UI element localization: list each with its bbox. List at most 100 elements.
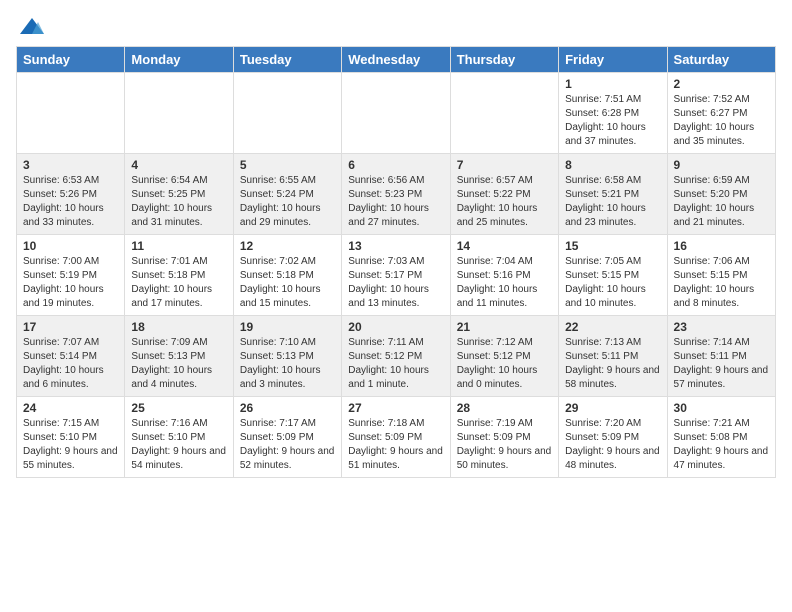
weekday-header: Tuesday [233, 47, 341, 73]
day-number: 24 [23, 401, 118, 415]
day-number: 6 [348, 158, 443, 172]
calendar-cell: 5 Sunrise: 6:55 AM Sunset: 5:24 PM Daylig… [233, 154, 341, 235]
weekday-header: Wednesday [342, 47, 450, 73]
day-info: Sunrise: 6:53 AM Sunset: 5:26 PM Dayligh… [23, 174, 118, 230]
calendar-cell: 29 Sunrise: 7:20 AM Sunset: 5:09 PM Dayli… [559, 397, 667, 478]
calendar-cell: 21 Sunrise: 7:12 AM Sunset: 5:12 PM Dayli… [450, 316, 558, 397]
calendar-cell: 23Sunrise: 7:14 AM Sunset: 5:11 PM Dayli… [667, 316, 775, 397]
calendar-cell: 26 Sunrise: 7:17 AM Sunset: 5:09 PM Dayli… [233, 397, 341, 478]
day-info: Sunrise: 7:02 AM Sunset: 5:18 PM Dayligh… [240, 255, 335, 311]
calendar-cell [125, 73, 233, 154]
calendar-cell: 11 Sunrise: 7:01 AM Sunset: 5:18 PM Dayli… [125, 235, 233, 316]
day-number: 26 [240, 401, 335, 415]
day-number: 5 [240, 158, 335, 172]
day-number: 29 [565, 401, 660, 415]
day-number: 18 [131, 320, 226, 334]
day-number: 4 [131, 158, 226, 172]
day-number: 25 [131, 401, 226, 415]
calendar-cell: 20Sunrise: 7:11 AM Sunset: 5:12 PM Dayli… [342, 316, 450, 397]
calendar-cell: 19 Sunrise: 7:10 AM Sunset: 5:13 PM Dayli… [233, 316, 341, 397]
day-info: Sunrise: 7:11 AM Sunset: 5:12 PM Dayligh… [348, 336, 443, 392]
day-info: Sunrise: 7:00 AM Sunset: 5:19 PM Dayligh… [23, 255, 118, 311]
calendar-cell: 1 Sunrise: 7:51 AM Sunset: 6:28 PM Daylig… [559, 73, 667, 154]
calendar-week-row: 17 Sunrise: 7:07 AM Sunset: 5:14 PM Dayli… [17, 316, 776, 397]
weekday-header-row: SundayMondayTuesdayWednesdayThursdayFrid… [17, 47, 776, 73]
day-info: Sunrise: 7:06 AM Sunset: 5:15 PM Dayligh… [674, 255, 769, 311]
calendar-cell: 24 Sunrise: 7:15 AM Sunset: 5:10 PM Dayli… [17, 397, 125, 478]
day-info: Sunrise: 7:20 AM Sunset: 5:09 PM Dayligh… [565, 417, 660, 473]
day-info: Sunrise: 7:16 AM Sunset: 5:10 PM Dayligh… [131, 417, 226, 473]
day-info: Sunrise: 7:13 AM Sunset: 5:11 PM Dayligh… [565, 336, 660, 392]
day-number: 3 [23, 158, 118, 172]
day-number: 10 [23, 239, 118, 253]
calendar-cell: 15 Sunrise: 7:05 AM Sunset: 5:15 PM Dayli… [559, 235, 667, 316]
calendar-cell: 30 Sunrise: 7:21 AM Sunset: 5:08 PM Dayli… [667, 397, 775, 478]
calendar-cell: 17 Sunrise: 7:07 AM Sunset: 5:14 PM Dayli… [17, 316, 125, 397]
day-info: Sunrise: 7:15 AM Sunset: 5:10 PM Dayligh… [23, 417, 118, 473]
day-info: Sunrise: 7:05 AM Sunset: 5:15 PM Dayligh… [565, 255, 660, 311]
day-number: 22 [565, 320, 660, 334]
day-number: 17 [23, 320, 118, 334]
calendar-cell: 8 Sunrise: 6:58 AM Sunset: 5:21 PM Daylig… [559, 154, 667, 235]
day-info: Sunrise: 7:01 AM Sunset: 5:18 PM Dayligh… [131, 255, 226, 311]
day-info: Sunrise: 7:19 AM Sunset: 5:09 PM Dayligh… [457, 417, 552, 473]
calendar-cell [342, 73, 450, 154]
day-info: Sunrise: 7:04 AM Sunset: 5:16 PM Dayligh… [457, 255, 552, 311]
day-number: 1 [565, 77, 660, 91]
calendar-week-row: 1 Sunrise: 7:51 AM Sunset: 6:28 PM Daylig… [17, 73, 776, 154]
day-number: 9 [674, 158, 769, 172]
calendar-cell [17, 73, 125, 154]
day-info: Sunrise: 7:17 AM Sunset: 5:09 PM Dayligh… [240, 417, 335, 473]
day-info: Sunrise: 6:57 AM Sunset: 5:22 PM Dayligh… [457, 174, 552, 230]
calendar-cell: 6Sunrise: 6:56 AM Sunset: 5:23 PM Daylig… [342, 154, 450, 235]
day-number: 23 [674, 320, 769, 334]
day-number: 8 [565, 158, 660, 172]
day-info: Sunrise: 7:18 AM Sunset: 5:09 PM Dayligh… [348, 417, 443, 473]
day-info: Sunrise: 7:03 AM Sunset: 5:17 PM Dayligh… [348, 255, 443, 311]
day-number: 27 [348, 401, 443, 415]
weekday-header: Friday [559, 47, 667, 73]
day-info: Sunrise: 6:55 AM Sunset: 5:24 PM Dayligh… [240, 174, 335, 230]
calendar-cell: 28 Sunrise: 7:19 AM Sunset: 5:09 PM Dayli… [450, 397, 558, 478]
day-info: Sunrise: 6:59 AM Sunset: 5:20 PM Dayligh… [674, 174, 769, 230]
calendar-cell: 16Sunrise: 7:06 AM Sunset: 5:15 PM Dayli… [667, 235, 775, 316]
day-info: Sunrise: 7:51 AM Sunset: 6:28 PM Dayligh… [565, 93, 660, 149]
weekday-header: Sunday [17, 47, 125, 73]
calendar-cell: 12 Sunrise: 7:02 AM Sunset: 5:18 PM Dayli… [233, 235, 341, 316]
calendar-week-row: 24 Sunrise: 7:15 AM Sunset: 5:10 PM Dayli… [17, 397, 776, 478]
calendar-cell: 4Sunrise: 6:54 AM Sunset: 5:25 PM Daylig… [125, 154, 233, 235]
day-info: Sunrise: 6:58 AM Sunset: 5:21 PM Dayligh… [565, 174, 660, 230]
calendar-cell [233, 73, 341, 154]
calendar-cell: 14 Sunrise: 7:04 AM Sunset: 5:16 PM Dayli… [450, 235, 558, 316]
calendar-cell: 27 Sunrise: 7:18 AM Sunset: 5:09 PM Dayli… [342, 397, 450, 478]
weekday-header: Thursday [450, 47, 558, 73]
logo-icon [18, 16, 46, 38]
logo [16, 16, 46, 38]
day-info: Sunrise: 7:07 AM Sunset: 5:14 PM Dayligh… [23, 336, 118, 392]
day-number: 12 [240, 239, 335, 253]
day-number: 19 [240, 320, 335, 334]
weekday-header: Monday [125, 47, 233, 73]
day-info: Sunrise: 7:52 AM Sunset: 6:27 PM Dayligh… [674, 93, 769, 149]
day-number: 28 [457, 401, 552, 415]
day-number: 14 [457, 239, 552, 253]
day-number: 11 [131, 239, 226, 253]
calendar-week-row: 10 Sunrise: 7:00 AM Sunset: 5:19 PM Dayli… [17, 235, 776, 316]
day-number: 7 [457, 158, 552, 172]
day-info: Sunrise: 7:12 AM Sunset: 5:12 PM Dayligh… [457, 336, 552, 392]
day-number: 30 [674, 401, 769, 415]
day-number: 21 [457, 320, 552, 334]
calendar-cell: 18Sunrise: 7:09 AM Sunset: 5:13 PM Dayli… [125, 316, 233, 397]
calendar-cell: 7 Sunrise: 6:57 AM Sunset: 5:22 PM Daylig… [450, 154, 558, 235]
calendar-week-row: 3 Sunrise: 6:53 AM Sunset: 5:26 PM Daylig… [17, 154, 776, 235]
calendar-cell: 10 Sunrise: 7:00 AM Sunset: 5:19 PM Dayli… [17, 235, 125, 316]
calendar-cell: 2 Sunrise: 7:52 AM Sunset: 6:27 PM Daylig… [667, 73, 775, 154]
calendar-cell: 13Sunrise: 7:03 AM Sunset: 5:17 PM Dayli… [342, 235, 450, 316]
day-number: 15 [565, 239, 660, 253]
calendar-cell: 9 Sunrise: 6:59 AM Sunset: 5:20 PM Daylig… [667, 154, 775, 235]
calendar-cell: 22 Sunrise: 7:13 AM Sunset: 5:11 PM Dayli… [559, 316, 667, 397]
day-info: Sunrise: 7:10 AM Sunset: 5:13 PM Dayligh… [240, 336, 335, 392]
page-header [16, 16, 776, 38]
day-number: 2 [674, 77, 769, 91]
day-info: Sunrise: 7:21 AM Sunset: 5:08 PM Dayligh… [674, 417, 769, 473]
